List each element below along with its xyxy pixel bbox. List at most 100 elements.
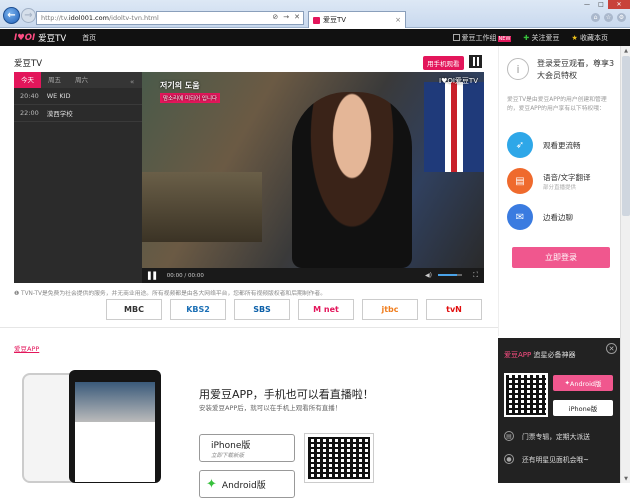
address-bar[interactable]: http://tv. idol001.com/idoltv-tvn.html ⊘ … xyxy=(36,11,304,25)
tab-saturday[interactable]: 周六 xyxy=(68,72,95,88)
scroll-thumb[interactable] xyxy=(622,56,630,216)
qr-pattern xyxy=(308,437,370,479)
feature-smooth: ➶ 观看更流畅 xyxy=(507,132,581,158)
promo-line-tickets: ▤ 门票专辑，定期大派送 xyxy=(504,431,590,441)
channel-kbs2[interactable]: KBS2 xyxy=(170,299,226,320)
favorites-star-icon[interactable]: ☆ xyxy=(604,13,613,22)
android-download-button[interactable]: ✦ Android版 xyxy=(199,470,295,498)
schedule-panel: 今天 周五 周六 « 20:40 WE KID 22:00 漠西学校 xyxy=(14,72,142,283)
back-button[interactable]: ← xyxy=(3,7,20,24)
feature-translate: ▤ 语音/文字翻译 部分直播提供 xyxy=(507,168,591,194)
chat-icon: ✉ xyxy=(507,204,533,230)
video-caption-title: 저기의 도움 xyxy=(160,81,200,90)
iphone-download-button[interactable]: iPhone版 立即下载新版 xyxy=(199,434,295,462)
day-tabs: 今天 周五 周六 xyxy=(14,72,142,88)
app-subline: 安装爱豆APP后，就可以在手机上观看所有直播！ xyxy=(199,404,342,412)
iphone-sub: 立即下载新版 xyxy=(211,452,245,459)
window-controls: — □ ✕ xyxy=(580,0,630,9)
maximize-button[interactable]: □ xyxy=(594,0,608,9)
tab-close-icon[interactable]: × xyxy=(395,16,401,24)
go-icon[interactable]: → xyxy=(283,13,289,21)
feature-chat: ✉ 边看边聊 xyxy=(507,204,573,230)
mobile-watch-button[interactable]: 用手机观看 xyxy=(423,56,464,70)
promo-title: 爱豆APP 追星必备神器 xyxy=(504,350,575,360)
video-player: 今天 周五 周六 « 20:40 WE KID 22:00 漠西学校 저기의 도… xyxy=(14,72,484,283)
download-qr-code xyxy=(304,433,374,483)
tab-friday[interactable]: 周五 xyxy=(41,72,68,88)
forward-arrow-icon: → xyxy=(24,10,33,21)
person-icon: ● xyxy=(504,454,514,464)
sidebar-title: 登录爱豆观看，尊享3大会员特权 xyxy=(537,59,615,80)
qr-code-icon[interactable] xyxy=(469,55,482,68)
site-header: I♥OI 爱豆TV 首页 爱豆工作组 NEW ✚ 关注爱豆 ★ 收藏本页 xyxy=(0,29,630,46)
disclaimer-text: TVN-TV是免费为社会提供的服务，并无商业用途。所有视频都是由各大网络平台，您… xyxy=(21,291,327,297)
promo-android-button[interactable]: ✦ Android版 xyxy=(553,375,613,391)
star-icon: ★ xyxy=(571,33,580,42)
volume-slider[interactable] xyxy=(438,274,462,276)
video-presenter xyxy=(292,92,412,268)
channel-sbs[interactable]: SBS xyxy=(234,299,290,320)
player-controls: ▌▌ 00:00 / 00:00 ◀) ⛶ xyxy=(142,268,484,283)
page-scrollbar[interactable]: ▲ ▼ xyxy=(620,46,630,483)
video-caption-sub: 맘소리에 미되어 입니다 xyxy=(160,93,221,103)
browser-tab[interactable]: 爱豆TV × xyxy=(308,11,406,28)
phone-screen xyxy=(75,382,155,482)
channel-mnet[interactable]: M net xyxy=(298,299,354,320)
video-flag xyxy=(424,82,484,172)
workbench-icon xyxy=(452,33,460,41)
promo-line-text: 还有明星见面机会哦~ xyxy=(522,456,589,464)
video-frame[interactable]: 저기의 도움 맘소리에 미되어 입니다 I♥OI爱豆TV xyxy=(142,72,484,268)
promo-line-text: 门票专辑，定期大派送 xyxy=(522,433,590,441)
promo-android-label: Android版 xyxy=(569,380,602,388)
home-icon[interactable]: ⌂ xyxy=(591,13,600,22)
back-arrow-icon: ← xyxy=(7,10,16,21)
url-path: /idoltv-tvn.html xyxy=(108,14,159,22)
forward-button[interactable]: → xyxy=(21,8,36,23)
info-circle-icon: i xyxy=(507,58,529,80)
translate-icon: ▤ xyxy=(507,168,533,194)
channel-tvn[interactable]: tvN xyxy=(426,299,482,320)
channel-jtbc[interactable]: jtbc xyxy=(362,299,418,320)
feature-sub: 部分直播提供 xyxy=(543,184,577,191)
program-time: 22:00 xyxy=(20,109,39,117)
promo-close-icon[interactable]: ✕ xyxy=(606,343,617,354)
minimize-button[interactable]: — xyxy=(580,0,594,9)
sidebar-desc: 爱豆TV是由爱豆APP的用户创建和管理的，爱豆APP的用户享有以下特权哦： xyxy=(507,97,607,112)
promo-iphone-button[interactable]: iPhone版 xyxy=(553,400,613,416)
fullscreen-icon[interactable]: ⛶ xyxy=(473,271,478,280)
workbench-label: 爱豆工作组 xyxy=(461,33,497,42)
workbench-link[interactable]: 爱豆工作组 NEW xyxy=(452,33,512,43)
collapse-schedule-icon[interactable]: « xyxy=(130,78,134,86)
scroll-down-icon[interactable]: ▼ xyxy=(621,474,630,483)
phone-black xyxy=(69,370,161,483)
follow-link[interactable]: ✚ 关注爱豆 xyxy=(523,33,559,43)
stop-icon[interactable]: ✕ xyxy=(294,13,300,21)
app-promo-panel: 爱豆APP 追星必备神器 ✕ ✦ Android版 iPhone版 ▤ 门票专辑，… xyxy=(498,338,620,483)
channel-list: MBC KBS2 SBS M net jtbc tvN xyxy=(106,299,482,320)
app-section-link[interactable]: 爱豆APP xyxy=(14,343,39,353)
promo-title-brand: 爱豆APP xyxy=(504,351,532,359)
pause-icon[interactable]: ▌▌ xyxy=(148,272,159,280)
promo-qr-code xyxy=(504,373,548,417)
channel-mbc[interactable]: MBC xyxy=(106,299,162,320)
favorite-link[interactable]: ★ 收藏本页 xyxy=(571,33,608,43)
program-item[interactable]: 20:40 WE KID xyxy=(14,88,142,105)
login-button[interactable]: 立即登录 xyxy=(512,247,610,268)
close-window-button[interactable]: ✕ xyxy=(608,0,630,9)
logo-mark: I♥OI xyxy=(14,32,36,43)
settings-gear-icon[interactable]: ⚙ xyxy=(617,13,626,22)
nav-home-link[interactable]: 首页 xyxy=(82,33,96,43)
site-logo[interactable]: I♥OI 爱豆TV xyxy=(14,32,66,44)
follow-label: 关注爱豆 xyxy=(531,33,560,42)
android-icon: ✦ xyxy=(206,476,217,492)
tab-today[interactable]: 今天 xyxy=(14,72,41,88)
volume-icon[interactable]: ◀) xyxy=(425,272,432,279)
program-item[interactable]: 22:00 漠西学校 xyxy=(14,105,142,122)
search-icon[interactable]: ⊘ xyxy=(272,13,278,21)
url-prefix: http://tv. xyxy=(41,14,69,22)
promo-line-meet: ● 还有明星见面机会哦~ xyxy=(504,454,589,464)
url-domain: idol001.com xyxy=(68,14,109,22)
scroll-up-icon[interactable]: ▲ xyxy=(621,46,630,55)
feature-label: 观看更流畅 xyxy=(543,140,581,150)
feature-label: 边看边聊 xyxy=(543,212,573,222)
